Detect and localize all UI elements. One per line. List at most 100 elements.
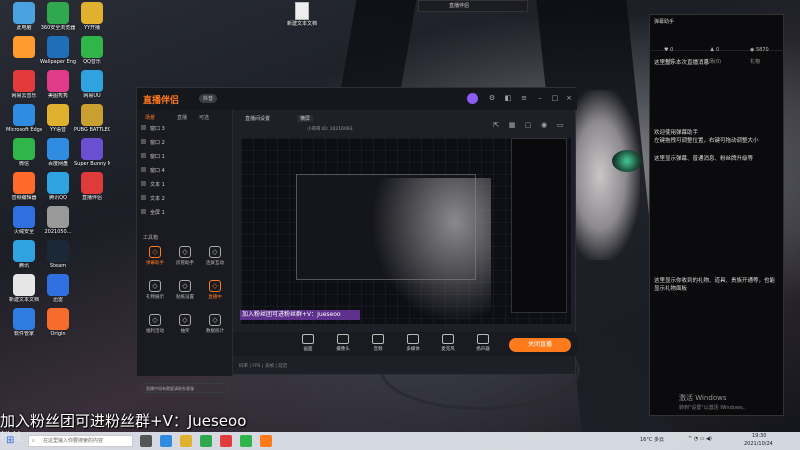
desktop-icon[interactable]: Microsoft Edge <box>6 104 42 133</box>
desktop-icon[interactable]: QQ音乐 <box>74 36 110 65</box>
tool-button[interactable]: ◇ 连屏互动 <box>201 246 229 266</box>
wechat-taskbar-icon[interactable] <box>240 435 252 447</box>
weather[interactable]: 16°C 多云 <box>640 436 664 443</box>
desktop-icon-label: 此电脑 <box>16 25 32 31</box>
windows-start-icon[interactable]: ⊞ <box>6 435 14 446</box>
desktop-icon[interactable]: 网易云音乐 <box>6 70 42 99</box>
eye-icon[interactable] <box>141 195 146 200</box>
layout-icon[interactable]: ▦ <box>507 120 517 130</box>
app-icon <box>47 138 69 160</box>
tab-optional[interactable]: 可选 <box>199 114 209 121</box>
desktop-icon[interactable] <box>6 36 42 59</box>
minimize-icon[interactable]: – <box>535 93 545 103</box>
desktop-icon-label: YY语音 <box>49 127 67 133</box>
taskbar-search[interactable]: ⌕ 在这里输入你要搜索的内容 <box>28 435 133 447</box>
desktop-icon[interactable]: 腾讯 <box>6 240 42 269</box>
scene-item[interactable]: 窗口 2 <box>141 138 229 149</box>
desktop-icon[interactable]: 软件管家 <box>6 308 42 337</box>
eye-icon[interactable] <box>141 139 146 144</box>
source-button[interactable]: 扬声器 <box>468 334 498 352</box>
desktop-icon[interactable]: YY语音 <box>40 104 76 133</box>
tool-button[interactable]: ◇ 数据统计 <box>201 314 229 334</box>
desktop-icon[interactable]: 新建文本文档 <box>6 274 42 303</box>
room-settings-label[interactable]: 直播间设置 <box>245 115 270 122</box>
tray-icons[interactable]: ^ ◔ ▭ ◀) <box>688 436 712 442</box>
desktop-icon[interactable]: Wallpaper Engine <box>40 36 76 65</box>
desktop-icon[interactable]: 音频编辑器 <box>6 172 42 201</box>
maximize-icon[interactable]: □ <box>550 93 560 103</box>
desktop-icon[interactable]: YY开播 <box>74 2 110 31</box>
scene-item[interactable]: 窗口 1 <box>141 152 229 163</box>
desktop-icon[interactable]: 直播伴侣 <box>74 172 110 201</box>
landscape-toggle[interactable]: 横屏 <box>297 115 314 122</box>
desktop-icon[interactable]: Super Bunny Man <box>74 138 110 167</box>
desktop-icon[interactable]: Origin <box>40 308 76 337</box>
scene-item[interactable]: 窗口 3 <box>141 124 229 135</box>
browser-taskbar-icon[interactable] <box>200 435 212 447</box>
scene-item[interactable]: 窗口 4 <box>141 166 229 177</box>
platform-badge[interactable]: 抖音 <box>199 94 218 103</box>
tool-button[interactable]: ◇ 贴纸设置 <box>171 280 199 300</box>
desktop-new-doc[interactable]: 新建文本文档 <box>287 2 317 27</box>
tool-label: 福利活动 <box>146 329 164 334</box>
scene-item[interactable]: 文本 1 <box>141 180 229 191</box>
app-icon <box>47 36 69 58</box>
desktop-icon[interactable]: 2021050... <box>40 206 76 235</box>
skin-icon[interactable]: ◧ <box>503 93 513 103</box>
mini-window[interactable]: 直播伴侣 <box>418 0 528 12</box>
eye-icon[interactable] <box>141 125 146 130</box>
go-live-button[interactable]: 关闭直播 <box>509 338 571 352</box>
app-icon <box>13 36 35 58</box>
avatar[interactable] <box>467 93 478 104</box>
desktop-icon[interactable]: 腾讯QQ <box>40 172 76 201</box>
desktop-icon[interactable]: 网易UU <box>74 70 110 99</box>
desktop-icon-label: QQ音乐 <box>83 59 101 65</box>
desktop-icon[interactable]: 360安全浏览器 <box>40 2 76 31</box>
live-preview[interactable] <box>241 138 571 324</box>
source-button[interactable]: 摄像头 <box>328 334 358 352</box>
desktop-icon[interactable]: 火绒安全 <box>6 206 42 235</box>
menu-icon[interactable]: ≡ <box>519 93 529 103</box>
close-icon[interactable]: × <box>564 93 574 103</box>
edge-taskbar-icon[interactable] <box>160 435 172 447</box>
task-view-icon[interactable] <box>140 435 152 447</box>
eye-icon[interactable] <box>141 209 146 214</box>
live-companion-taskbar-icon[interactable] <box>260 435 272 447</box>
tool-button[interactable]: ◇ 礼物展示 <box>141 280 169 300</box>
tool-button[interactable]: ◇ 弹幕助手 <box>141 246 169 266</box>
eye-icon[interactable] <box>141 153 146 158</box>
desktop-icon[interactable]: 百度网盘 <box>40 138 76 167</box>
record-icon[interactable]: ◉ <box>539 120 549 130</box>
app-icon <box>13 274 35 296</box>
desktop-icon[interactable]: 微信 <box>6 138 42 167</box>
source-button[interactable]: 画面 <box>293 334 323 352</box>
source-button[interactable]: 多媒体 <box>398 334 428 352</box>
source-button[interactable]: 音频 <box>363 334 393 352</box>
clock-time[interactable]: 19:30 <box>752 433 766 439</box>
scene-item[interactable]: 全屏 1 <box>141 208 229 219</box>
desktop-icon-label: Microsoft Edge <box>6 127 42 133</box>
desktop-icon[interactable]: 此电脑 <box>6 2 42 31</box>
tool-button[interactable]: ◇ 福利活动 <box>141 314 169 334</box>
tool-button[interactable]: ◇ 直播中 <box>201 280 229 300</box>
source-button[interactable]: 麦克风 <box>433 334 463 352</box>
preview-icon[interactable]: ▢ <box>523 120 533 130</box>
eye-icon[interactable] <box>141 181 146 186</box>
tool-button[interactable]: ◇ 抽奖 <box>171 314 199 334</box>
tab-live[interactable]: 直播 <box>177 114 187 121</box>
clock-date[interactable]: 2021/10/24 <box>744 441 773 447</box>
netease-taskbar-icon[interactable] <box>220 435 232 447</box>
tool-button[interactable]: ◇ 房管助手 <box>171 246 199 266</box>
screen-icon[interactable]: ▭ <box>555 120 565 130</box>
desktop-icon[interactable]: 美图秀秀 <box>40 70 76 99</box>
desktop-icon[interactable]: PUBG BATTLEGR... <box>74 104 110 133</box>
scene-item[interactable]: 文本 2 <box>141 194 229 205</box>
share-icon[interactable]: ⇱ <box>491 120 501 130</box>
desktop-icon[interactable]: 迅雷 <box>40 274 76 303</box>
desktop-icon[interactable]: Steam <box>40 240 76 269</box>
tab-scene[interactable]: 场景 <box>145 114 155 121</box>
eye-icon[interactable] <box>141 167 146 172</box>
settings-icon[interactable]: ⚙ <box>487 93 497 103</box>
scene-label: 窗口 2 <box>150 140 165 146</box>
explorer-taskbar-icon[interactable] <box>180 435 192 447</box>
